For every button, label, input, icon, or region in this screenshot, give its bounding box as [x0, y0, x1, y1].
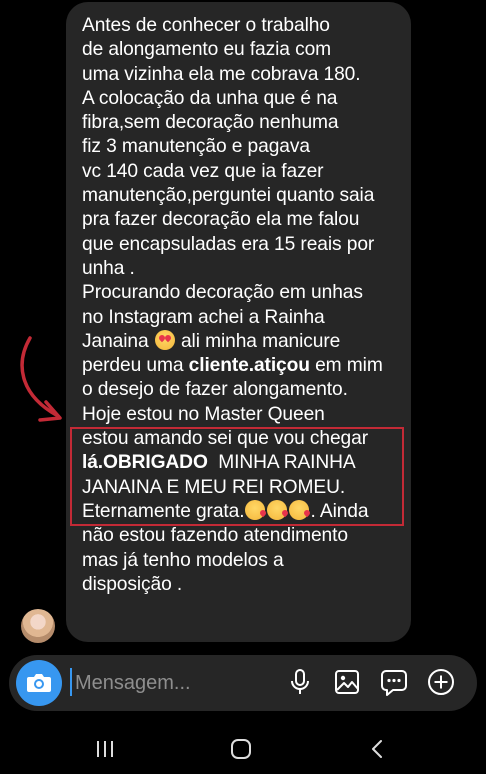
back-icon [372, 740, 382, 758]
camera-icon [27, 674, 51, 692]
message-line: fibra,sem decoração nenhuma [82, 112, 339, 134]
camera-button[interactable] [16, 660, 62, 706]
message-line: disposição . [82, 573, 183, 595]
text-cursor [70, 668, 72, 696]
avatar[interactable] [21, 609, 55, 643]
message-line: Antes de conhecer o trabalho [82, 15, 330, 36]
add-icon [428, 669, 454, 695]
microphone-button[interactable] [284, 666, 316, 698]
message-line: vc 140 cada vez que ia fazer [82, 160, 324, 182]
message-bold-fragment: cliente.atiçou [188, 355, 310, 377]
arrow-icon [20, 336, 62, 422]
heart-eyes-emoji-icon [154, 329, 175, 350]
message-line: unha . [82, 257, 135, 279]
add-button[interactable] [425, 666, 457, 698]
message-line: que encapsuladas era 15 reais por [82, 233, 375, 255]
back-button[interactable] [357, 733, 397, 765]
highlight-box [70, 427, 404, 526]
message-line: A colocação da unha que é na [82, 87, 338, 109]
message-line: no Instagram achei a Rainha [82, 306, 325, 328]
message-fragment: ali minha manicure [175, 330, 341, 352]
home-button[interactable] [221, 733, 261, 765]
message-line: Janaina ali minha manicure [82, 329, 402, 354]
message-fragment: perdeu uma [82, 355, 189, 377]
message-fragment: em mim [309, 355, 383, 377]
message-line: manutenção,perguntei quanto saia [82, 185, 375, 207]
sticker-button[interactable] [378, 666, 410, 698]
message-fragment: Janaina [82, 330, 149, 352]
gallery-icon [335, 670, 359, 694]
message-line: perdeu uma cliente.atiçou em mim [82, 354, 402, 378]
microphone-icon [291, 669, 309, 694]
gallery-button[interactable] [331, 666, 363, 698]
recents-icon [97, 741, 113, 757]
message-line: fiz 3 manutenção e pagava [82, 136, 310, 158]
message-line: Procurando decoração em unhas [82, 282, 363, 304]
sticker-icon [381, 670, 407, 696]
message-input[interactable] [75, 668, 275, 698]
home-icon [231, 739, 251, 759]
message-line: não estou fazendo atendimento [82, 525, 348, 547]
message-line: de alongamento eu fazia com [82, 39, 332, 61]
message-line: uma vizinha ela me cobrava 180. [82, 63, 361, 85]
message-line: mas já tenho modelos a [82, 549, 284, 571]
message-line: pra fazer decoração ela me falou [82, 209, 360, 231]
message-line: o desejo de fazer alongamento. [82, 379, 348, 401]
message-line: Hoje estou no Master Queen [82, 403, 325, 425]
recents-button[interactable] [85, 733, 125, 765]
